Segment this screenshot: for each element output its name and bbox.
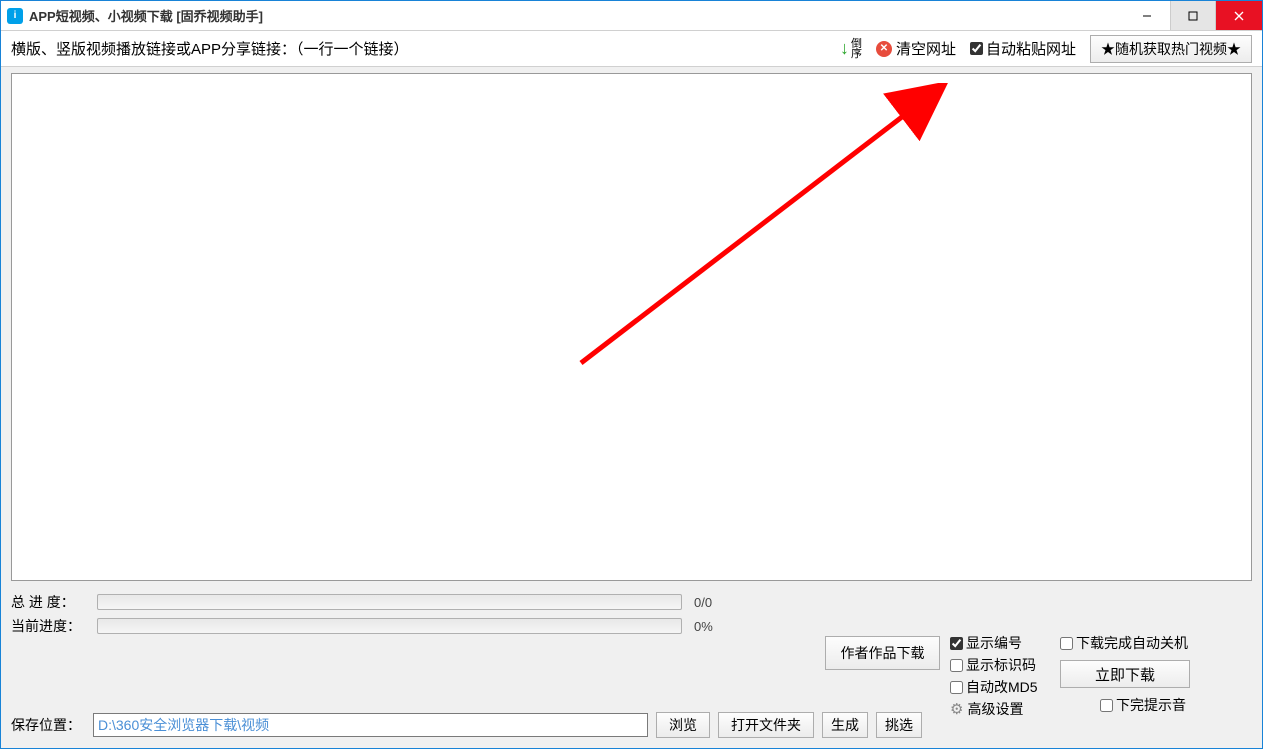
window-title: APP短视频、小视频下载 [固乔视频助手] bbox=[29, 6, 263, 25]
gear-icon: ⚙ bbox=[950, 700, 963, 718]
auto-paste-label: 自动粘贴网址 bbox=[986, 38, 1076, 59]
total-progress-label: 总 进 度： bbox=[11, 592, 91, 612]
url-textarea[interactable] bbox=[11, 73, 1252, 581]
show-number-checkbox[interactable]: 显示编号 bbox=[950, 632, 1060, 654]
auto-paste-checkbox[interactable]: 自动粘贴网址 bbox=[970, 38, 1076, 59]
random-hot-video-button[interactable]: ★随机获取热门视频★ bbox=[1090, 35, 1252, 63]
author-works-download-button[interactable]: 作者作品下载 bbox=[825, 636, 940, 670]
url-prompt-label: 横版、竖版视频播放链接或APP分享链接：（一行一个链接） bbox=[11, 38, 409, 59]
maximize-button[interactable] bbox=[1170, 1, 1216, 30]
minimize-button[interactable] bbox=[1124, 1, 1170, 30]
auto-md5-checkbox[interactable]: 自动改MD5 bbox=[950, 676, 1060, 698]
down-arrow-icon: ↓ bbox=[840, 38, 849, 59]
auto-paste-input[interactable] bbox=[970, 42, 983, 55]
clear-urls-button[interactable]: ✕ 清空网址 bbox=[876, 38, 956, 59]
download-now-button[interactable]: 立即下载 bbox=[1060, 660, 1190, 688]
window-controls bbox=[1124, 1, 1262, 30]
right-options: 作者作品下载 显示编号 显示标识码 自动改MD5 ⚙高级设置 下载完成自动关机 … bbox=[825, 630, 1250, 740]
reverse-order-button[interactable]: ↓ 倒 序 bbox=[840, 38, 862, 59]
titlebar: i APP短视频、小视频下载 [固乔视频助手] bbox=[1, 1, 1262, 31]
app-icon: i bbox=[7, 8, 23, 24]
total-progress-value: 0/0 bbox=[688, 595, 748, 610]
show-code-checkbox[interactable]: 显示标识码 bbox=[950, 654, 1060, 676]
current-progress-label: 当前进度： bbox=[11, 616, 91, 636]
done-sound-checkbox[interactable]: 下完提示音 bbox=[1100, 694, 1250, 716]
save-row: 保存位置： 浏览 打开文件夹 生成 挑选 bbox=[11, 712, 922, 738]
total-progress-bar bbox=[97, 594, 682, 610]
url-area-container bbox=[1, 67, 1262, 584]
browse-button[interactable]: 浏览 bbox=[656, 712, 710, 738]
clear-icon: ✕ bbox=[876, 41, 892, 57]
current-progress-bar bbox=[97, 618, 682, 634]
toolbar: 横版、竖版视频播放链接或APP分享链接：（一行一个链接） ↓ 倒 序 ✕ 清空网… bbox=[1, 31, 1262, 67]
current-progress-value: 0% bbox=[688, 619, 748, 634]
auto-shutdown-checkbox[interactable]: 下载完成自动关机 bbox=[1060, 632, 1250, 654]
save-path-label: 保存位置： bbox=[11, 715, 85, 735]
advanced-settings-link[interactable]: ⚙高级设置 bbox=[950, 698, 1060, 720]
app-window: i APP短视频、小视频下载 [固乔视频助手] 横版、竖版视频播放链接或APP分… bbox=[0, 0, 1263, 749]
clear-urls-label: 清空网址 bbox=[896, 38, 956, 59]
open-folder-button[interactable]: 打开文件夹 bbox=[718, 712, 814, 738]
save-path-input[interactable] bbox=[93, 713, 648, 737]
close-button[interactable] bbox=[1216, 1, 1262, 30]
